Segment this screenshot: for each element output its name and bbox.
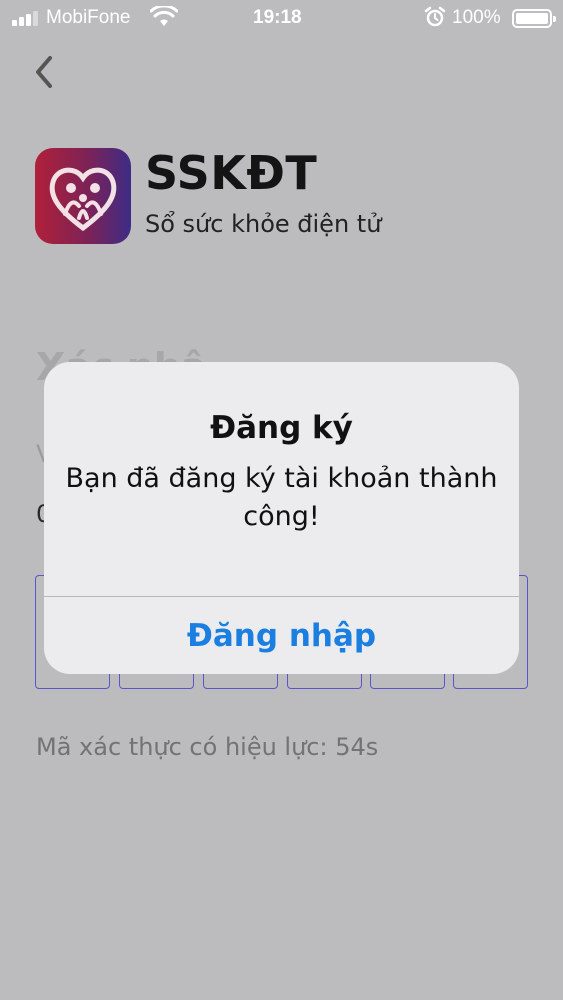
carrier-name: MobiFone <box>46 7 131 28</box>
alarm-icon <box>424 6 446 27</box>
login-button[interactable]: Đăng nhập <box>44 597 519 674</box>
app-name: SSKĐT <box>145 146 318 200</box>
app-tagline: Sổ sức khỏe điện tử <box>145 210 382 238</box>
back-chevron-icon[interactable] <box>28 52 62 92</box>
battery-icon <box>512 9 556 28</box>
signal-strength-icon <box>12 10 38 26</box>
wifi-icon <box>150 6 178 26</box>
heart-family-icon <box>49 167 117 232</box>
otp-timer: Mã xác thực có hiệu lực: 54s <box>36 733 379 761</box>
battery-percentage: 100% <box>452 7 501 28</box>
status-time: 19:18 <box>253 7 302 28</box>
alert-title: Đăng ký <box>210 410 353 446</box>
app-logo <box>35 148 131 244</box>
success-alert-dialog: Đăng ký Bạn đã đăng ký tài khoản thành c… <box>44 362 519 674</box>
status-bar: MobiFone 19:18 100% <box>0 0 563 36</box>
alert-message: Bạn đã đăng ký tài khoản thành công! <box>65 463 498 532</box>
